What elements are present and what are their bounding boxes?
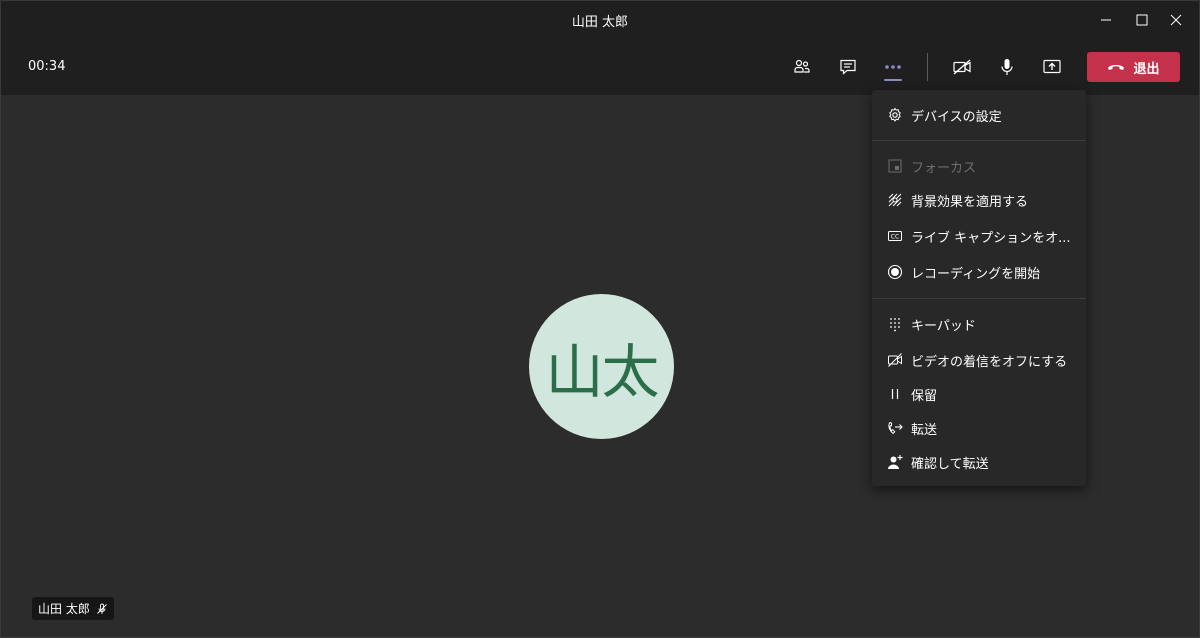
title-bar: 山田 太郎 <box>1 1 1199 39</box>
avatar-initials: 山太 <box>545 337 659 406</box>
window-title: 山田 太郎 <box>571 15 629 30</box>
chat-button[interactable] <box>832 51 864 83</box>
gear-icon <box>887 107 903 123</box>
close-icon <box>1170 14 1182 26</box>
menu-item-keypad[interactable]: キーパッド <box>872 308 1086 340</box>
toolbar-divider <box>927 53 928 81</box>
consult-transfer-icon <box>887 454 903 470</box>
focus-icon <box>887 158 903 174</box>
leave-label: 退出 <box>1133 61 1160 77</box>
cc-icon: CC <box>887 228 903 244</box>
menu-item-label: 転送 <box>911 422 938 438</box>
menu-item-label: フォーカス <box>911 160 977 176</box>
menu-divider <box>872 298 1086 299</box>
menu-item-hold[interactable]: 保留 <box>872 378 1086 410</box>
close-button[interactable] <box>1153 1 1199 39</box>
background-effects-icon <box>887 192 903 208</box>
pause-icon <box>887 386 903 402</box>
menu-item-transfer[interactable]: 転送 <box>872 412 1086 444</box>
menu-item-label: レコーディングを開始 <box>911 266 1041 282</box>
menu-item-label: 確認して転送 <box>911 456 989 472</box>
video-off-icon <box>887 352 903 368</box>
camera-toggle-button[interactable] <box>946 51 978 83</box>
participants-button[interactable] <box>786 51 818 83</box>
more-actions-menu: デバイスの設定 フォーカス 背景効果を適用する CC ライブ キャプションをオ.… <box>872 90 1086 486</box>
active-indicator <box>884 79 902 81</box>
call-toolbar: 00:34 退出 <box>1 39 1199 95</box>
menu-item-label: ライブ キャプションをオ... <box>911 230 1071 246</box>
menu-item-label: デバイスの設定 <box>911 109 1002 125</box>
menu-item-turn-off-incoming-video[interactable]: ビデオの着信をオフにする <box>872 344 1086 376</box>
menu-divider <box>872 140 1086 141</box>
menu-item-label: ビデオの着信をオフにする <box>911 354 1068 370</box>
minimize-icon <box>1101 19 1111 21</box>
menu-item-live-captions[interactable]: CC ライブ キャプションをオ... <box>872 220 1086 252</box>
leave-button[interactable]: 退出 <box>1087 52 1180 82</box>
svg-text:CC: CC <box>891 234 899 241</box>
share-screen-icon <box>1043 59 1061 74</box>
menu-item-start-recording[interactable]: レコーディングを開始 <box>872 256 1086 288</box>
avatar: 山太 <box>529 294 674 439</box>
mic-muted-icon <box>96 603 107 614</box>
menu-item-label: 背景効果を適用する <box>911 194 1029 210</box>
microphone-icon <box>1001 59 1013 75</box>
participants-icon <box>794 59 810 73</box>
share-screen-button[interactable] <box>1036 51 1068 83</box>
participant-name-tag: 山田 太郎 <box>32 597 114 620</box>
menu-item-background-effects[interactable]: 背景効果を適用する <box>872 184 1086 216</box>
menu-item-consult-then-transfer[interactable]: 確認して転送 <box>872 446 1086 478</box>
call-window: 山田 太郎 00:34 退出 山太 山田 太郎 デバイスの設定 フォーカス 背景… <box>0 0 1200 638</box>
camera-off-icon <box>953 59 971 75</box>
chat-icon <box>840 59 856 75</box>
transfer-icon <box>887 420 903 436</box>
more-actions-icon <box>885 65 901 69</box>
maximize-icon <box>1136 14 1148 26</box>
menu-item-device-settings[interactable]: デバイスの設定 <box>872 99 1086 131</box>
participant-name: 山田 太郎 <box>38 602 90 616</box>
record-icon <box>887 264 903 280</box>
more-actions-button[interactable] <box>877 51 909 83</box>
hang-up-icon <box>1108 65 1125 70</box>
call-timer: 00:34 <box>28 59 66 74</box>
keypad-icon <box>887 316 903 332</box>
microphone-button[interactable] <box>991 51 1023 83</box>
menu-item-label: 保留 <box>911 388 938 404</box>
menu-item-label: キーパッド <box>911 318 976 334</box>
menu-item-focus: フォーカス <box>872 150 1086 182</box>
